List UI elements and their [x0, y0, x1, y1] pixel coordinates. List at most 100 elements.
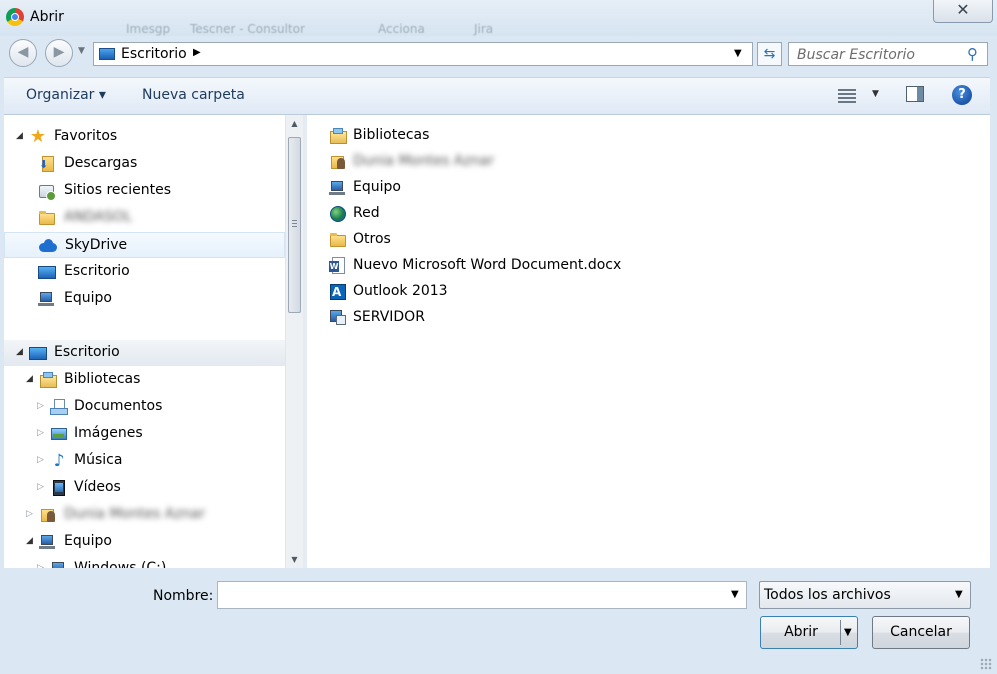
search-icon[interactable]: ⚲ — [967, 45, 978, 63]
tree-item-label: Música — [74, 452, 123, 468]
word-document-icon — [329, 257, 347, 275]
file-name: SERVIDOR — [353, 309, 425, 325]
change-view-button[interactable]: ▼ — [838, 87, 882, 105]
tree-item-label: Descargas — [64, 155, 138, 171]
expand-triangle-icon[interactable]: ◢ — [26, 374, 33, 384]
tree-item-pictures[interactable]: ▷ Imágenes — [4, 421, 285, 447]
tree-item-user[interactable]: ▷ Dunia Montes Aznar — [4, 502, 285, 528]
back-button[interactable]: ◀ — [9, 39, 37, 67]
forward-button[interactable]: ▶ — [45, 39, 73, 67]
close-button[interactable]: ✕ — [933, 0, 993, 23]
tree-item-skydrive[interactable]: SkyDrive — [4, 232, 285, 258]
collapse-triangle-icon[interactable]: ▷ — [37, 401, 44, 411]
filename-label: Nombre: — [153, 588, 214, 604]
dialog-footer: Nombre: ▼ Todos los archivos ▼ Abrir ▼ C… — [0, 568, 997, 674]
address-dropdown-icon[interactable]: ▼ — [734, 48, 742, 59]
details-view-icon — [838, 89, 856, 103]
expand-triangle-icon[interactable]: ◢ — [16, 131, 23, 141]
scroll-down-arrow-icon[interactable]: ▼ — [286, 551, 303, 568]
address-bar[interactable]: Escritorio ▶ ▼ — [93, 42, 753, 66]
preview-pane-button[interactable] — [906, 86, 924, 102]
scrollbar-thumb[interactable] — [288, 137, 301, 313]
tree-item-libraries[interactable]: ◢ Bibliotecas — [4, 367, 285, 393]
file-item-user[interactable]: Dunia Montes Aznar — [329, 150, 729, 174]
collapse-triangle-icon[interactable]: ▷ — [37, 482, 44, 492]
tree-item-music[interactable]: ▷ ♪ Música — [4, 448, 285, 474]
pictures-library-icon — [50, 425, 68, 443]
recent-locations-dropdown[interactable]: ▼ — [78, 46, 85, 56]
open-button[interactable]: Abrir — [761, 617, 841, 648]
tree-item-recent-places[interactable]: Sitios recientes — [4, 178, 285, 204]
collapse-triangle-icon[interactable]: ▷ — [26, 509, 33, 519]
help-button[interactable]: ? — [952, 85, 972, 105]
file-item-libraries[interactable]: Bibliotecas — [329, 124, 729, 148]
tree-item-desktop[interactable]: ◢ Escritorio — [4, 340, 285, 366]
file-name: Equipo — [353, 179, 401, 195]
desktop-icon — [99, 48, 115, 60]
filename-combobox[interactable]: ▼ — [217, 581, 747, 609]
back-arrow-icon: ◀ — [17, 44, 29, 60]
resize-grip-icon[interactable] — [980, 658, 992, 670]
desktop-icon — [29, 344, 47, 362]
user-folder-icon — [39, 506, 57, 524]
dialog-title: Abrir — [30, 9, 64, 25]
tree-item-label: Bibliotecas — [64, 371, 141, 387]
chevron-down-icon: ▼ — [872, 89, 879, 99]
chevron-down-icon[interactable]: ▼ — [731, 589, 739, 600]
file-item-computer[interactable]: Equipo — [329, 176, 729, 200]
computer-icon — [329, 179, 347, 197]
search-box[interactable]: ⚲ — [788, 42, 988, 66]
filename-input[interactable] — [222, 586, 726, 606]
collapse-triangle-icon[interactable]: ▷ — [37, 428, 44, 438]
refresh-icon: ⇆ — [763, 46, 776, 62]
file-name: Dunia Montes Aznar — [353, 153, 494, 169]
command-bar: Organizar ▾ Nueva carpeta ▼ ? — [4, 77, 990, 115]
tree-item-drive-c[interactable]: ▷ Windows (C:) — [4, 556, 285, 568]
tree-item-favorites[interactable]: ◢ ★ Favoritos — [4, 124, 285, 150]
background-tab-label: Tescner - Consultor — [190, 22, 305, 36]
file-name: Bibliotecas — [353, 127, 430, 143]
cancel-button[interactable]: Cancelar — [872, 616, 970, 649]
address-location[interactable]: Escritorio — [121, 46, 187, 62]
tree-item-andasol[interactable]: ANDASOL — [4, 205, 285, 231]
tree-item-computer[interactable]: ◢ Equipo — [4, 529, 285, 555]
tree-item-label: SkyDrive — [65, 237, 128, 253]
folder-icon — [329, 231, 347, 249]
breadcrumb-chevron-icon[interactable]: ▶ — [193, 47, 201, 58]
library-icon — [39, 371, 57, 389]
star-icon: ★ — [29, 126, 47, 147]
organize-menu-button[interactable]: Organizar ▾ — [26, 87, 106, 103]
collapse-triangle-icon[interactable]: ▷ — [37, 455, 44, 465]
library-icon — [329, 127, 347, 145]
navigation-pane: ◢ ★ Favoritos Descargas Sitios recientes… — [4, 115, 285, 568]
search-input[interactable] — [795, 45, 964, 65]
expand-triangle-icon[interactable]: ◢ — [26, 536, 33, 546]
tree-item-label: Equipo — [64, 290, 112, 306]
tree-item-label: Windows (C:) — [74, 560, 167, 568]
tree-item-computer-favorite[interactable]: Equipo — [4, 286, 285, 312]
file-item-word-document[interactable]: Nuevo Microsoft Word Document.docx — [329, 254, 729, 278]
tree-item-downloads[interactable]: Descargas — [4, 151, 285, 177]
file-item-outlook[interactable]: Outlook 2013 — [329, 280, 729, 304]
file-type-select[interactable]: Todos los archivos ▼ — [759, 581, 971, 609]
open-options-dropdown-icon[interactable]: ▼ — [844, 617, 852, 648]
skydrive-cloud-icon — [39, 237, 57, 255]
tree-item-label: Equipo — [64, 533, 112, 549]
tree-item-desktop-favorite[interactable]: Escritorio — [4, 259, 285, 285]
file-item-others[interactable]: Otros — [329, 228, 729, 252]
file-name: Outlook 2013 — [353, 283, 448, 299]
expand-triangle-icon[interactable]: ◢ — [16, 347, 23, 357]
new-folder-button[interactable]: Nueva carpeta — [142, 87, 245, 103]
navigation-scrollbar[interactable]: ▲ ▼ — [285, 115, 303, 568]
tree-item-videos[interactable]: ▷ Vídeos — [4, 475, 285, 501]
file-type-value: Todos los archivos — [764, 587, 891, 603]
file-item-network[interactable]: Red — [329, 202, 729, 226]
scroll-up-arrow-icon[interactable]: ▲ — [286, 115, 303, 132]
open-split-button[interactable]: Abrir ▼ — [760, 616, 858, 649]
documents-library-icon — [50, 398, 68, 416]
user-folder-icon — [329, 153, 347, 171]
tree-item-documents[interactable]: ▷ Documentos — [4, 394, 285, 420]
computer-icon — [39, 533, 57, 551]
file-item-server[interactable]: SERVIDOR — [329, 306, 729, 330]
refresh-button[interactable]: ⇆ — [757, 42, 782, 66]
